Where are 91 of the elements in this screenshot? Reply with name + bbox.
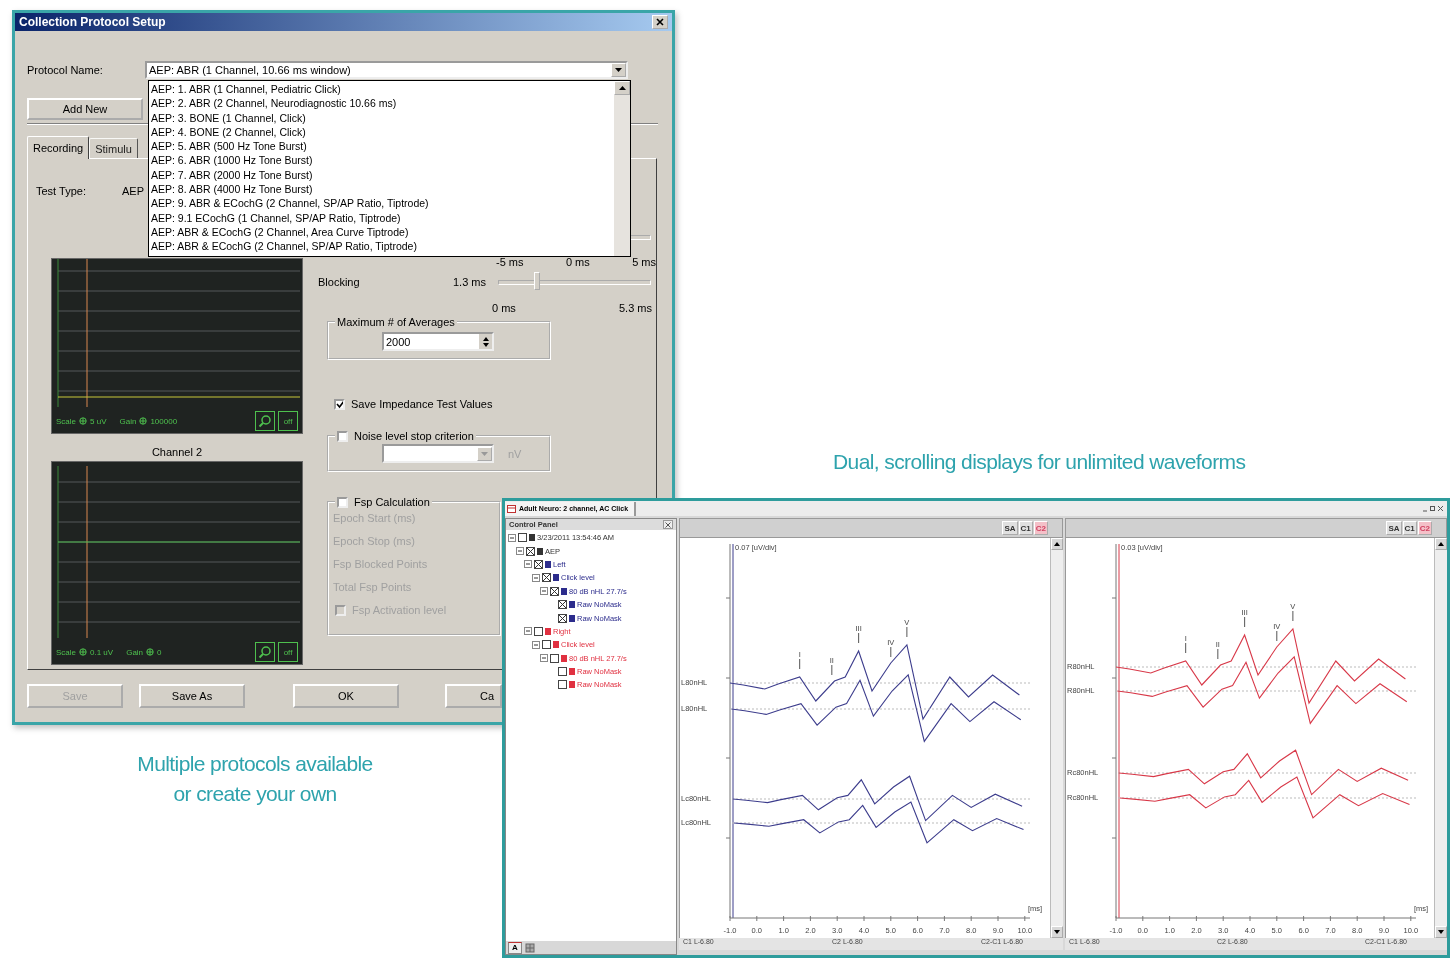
gain-value: 0 [157,647,162,657]
dialog-button[interactable]: Save As [139,684,245,708]
tick-label: -5 ms [496,256,524,268]
tick-label: 5 ms [632,256,656,268]
caption: or create your own [173,782,337,806]
level-dropdown[interactable] [382,444,494,463]
scrollbar[interactable] [1050,538,1063,938]
gain-value: 100000 [150,416,178,426]
toolbar-button[interactable]: SA [1002,521,1018,535]
scroll-up-icon[interactable] [614,81,630,95]
scroll-up-icon[interactable] [1435,538,1447,550]
field-label: Blocking [318,276,361,288]
dialog-button[interactable]: Ca [445,684,502,708]
checkbox[interactable] [534,559,543,569]
gain-label: Gain [119,416,137,426]
checkbox[interactable] [558,680,567,690]
scrollbar[interactable] [1434,538,1447,938]
caption: Multiple protocols available [137,752,373,776]
checkbox[interactable] [534,626,543,636]
checkbox[interactable] [558,613,567,623]
slider-thumb[interactable] [533,271,540,290]
dropdown-option[interactable]: AEP: 6. ABR (1000 Hz Tone Burst) [149,153,614,168]
caption: Dual, scrolling displays for unlimited waveforms [833,450,1246,474]
window-controls-icon[interactable] [1422,505,1444,512]
slider-value: 1.3 ms [453,276,487,288]
add-new-button[interactable]: Add New [27,98,143,120]
close-button[interactable] [663,520,673,529]
grid-icon[interactable] [524,942,535,953]
dropdown-option[interactable]: AEP: 3. BONE (1 Channel, Click) [149,110,614,125]
scale-label: Scale [56,647,76,657]
dropdown-option[interactable]: AEP: 8. ABR (4000 Hz Tone Burst) [149,182,614,197]
panel-tab[interactable]: A [508,941,522,954]
dropdown-option[interactable]: AEP: 5. ABR (500 Hz Tone Burst) [149,139,614,154]
zoom-button[interactable] [255,642,275,662]
scroll-up-icon[interactable] [1051,538,1063,550]
spinner-arrows-icon[interactable] [479,334,492,349]
checkbox[interactable] [550,653,559,663]
checkbox[interactable] [542,640,551,650]
toolbar-button[interactable]: SA [1386,521,1402,535]
field-value: AEP [122,185,144,197]
checkbox[interactable] [526,546,535,556]
checkbox[interactable] [518,533,527,543]
field-label: Protocol Name: [27,64,104,76]
dropdown-option[interactable]: AEP: 4. BONE (2 Channel, Click) [149,124,614,140]
scale-label: Scale [56,416,76,426]
close-icon [656,18,664,26]
checkbox[interactable] [550,586,559,596]
scrollbar[interactable] [614,81,630,256]
number-field[interactable]: 2000 [382,332,494,351]
field-label: Test Type: [36,185,87,197]
scroll-down-icon[interactable] [1435,926,1447,938]
dropdown-option[interactable]: AEP: 9. ABR & ECochG (2 Channel, SP/AP Ratio, Tiptrode) [149,196,614,211]
group-title: Maximum # of Averages [336,316,456,328]
checkbox[interactable] [558,667,567,677]
scale-value: 5 uV [90,416,107,426]
dialog-button[interactable]: OK [293,684,399,708]
dropdown-option[interactable]: AEP: ABR & ECochG (2 Channel, Area Curve Tiptrode) [149,224,614,240]
window-title: Collection Protocol Setup [19,15,167,29]
tab[interactable]: Stimulu [89,138,138,158]
checkbox[interactable] [542,573,551,583]
channel-title: Channel 2 [150,445,204,460]
checkbox-label[interactable]: Save Impedance Test Values [351,398,493,410]
zoom-button[interactable] [255,411,275,431]
tick-label: 0 ms [492,302,516,314]
gain-label: Gain [126,647,144,657]
checkbox[interactable] [558,600,567,610]
search-icon [258,645,272,659]
search-icon [258,414,272,428]
knob-icon[interactable] [79,648,87,656]
knob-icon[interactable] [139,417,148,425]
toolbar-button[interactable]: C1 [1402,521,1417,535]
checkbox-label[interactable]: Noise level stop criterion [354,430,474,442]
dropdown-option[interactable]: AEP: 7. ABR (2000 Hz Tone Burst) [149,167,614,183]
scale-value: 0.1 uV [90,647,114,657]
close-icon [665,521,671,528]
dropdown-option[interactable]: AEP: 9.1 ECochG (1 Channel, SP/AP Ratio, Tiptrode) [149,210,614,225]
dropdown-option[interactable]: AEP: 2. ABR (2 Channel, Neurodiagnostic 10.66 ms) [149,96,614,111]
scroll-down-icon[interactable] [1051,926,1063,938]
toolbar-button[interactable]: C1 [1018,521,1033,535]
off-button[interactable]: off [278,411,298,431]
dropdown-option[interactable]: AEP: ABR & ECochG (2 Channel, SP/AP Ratio, Tiptrode) [149,239,614,254]
tick-label: 0 ms [565,256,590,268]
protocol-dropdown[interactable]: AEP: ABR (1 Channel, 10.66 ms window) [145,61,628,79]
off-button[interactable]: off [278,642,298,662]
tab[interactable]: Recording [27,136,90,159]
tick-label: 5.3 ms [619,302,652,314]
dropdown-option[interactable]: AEP: 1. ABR (1 Channel, Pediatric Click) [149,82,614,97]
checkbox-label[interactable]: Fsp Calculation [354,496,430,508]
document-icon [507,504,516,513]
knob-icon[interactable] [146,648,155,656]
knob-icon[interactable] [79,417,87,425]
